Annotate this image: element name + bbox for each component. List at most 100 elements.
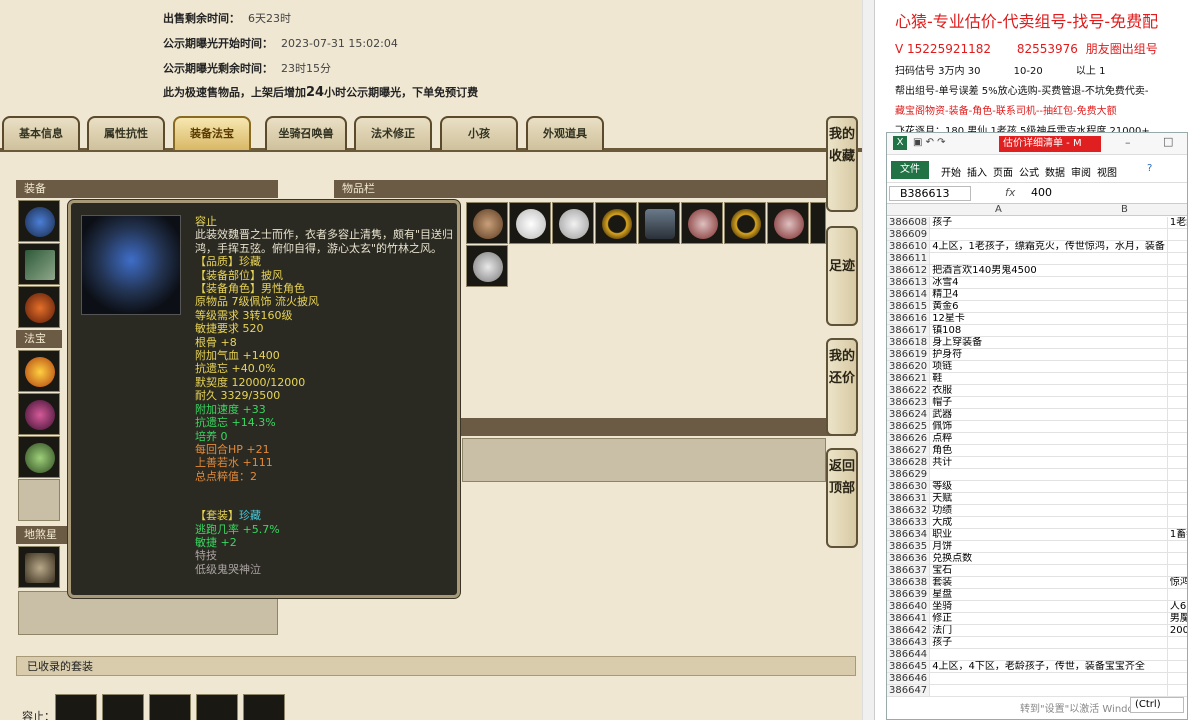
sheet-cell[interactable] — [1167, 336, 1187, 350]
name-box[interactable]: B386613 — [889, 186, 971, 201]
my-bargain-button[interactable]: 我的还价 — [826, 338, 858, 436]
sheet-cell[interactable]: 100 — [1167, 300, 1187, 314]
maximize-icon[interactable]: □ — [1163, 135, 1173, 148]
quick-access-icon[interactable]: ▣ ↶ ↷ — [913, 137, 946, 148]
suit-slot[interactable] — [149, 694, 191, 720]
suit-slot[interactable] — [196, 694, 238, 720]
treasure-slot[interactable] — [18, 436, 60, 478]
sheet-cell[interactable]: 帽子 — [929, 396, 1168, 410]
inventory-slot[interactable] — [724, 202, 766, 244]
suit-slot[interactable] — [55, 694, 97, 720]
sheet-cell[interactable] — [929, 672, 1168, 686]
menu-view[interactable]: 视图 — [1097, 164, 1117, 179]
sheet-cell[interactable]: 月饼 — [929, 540, 1168, 554]
star-slot[interactable] — [18, 546, 60, 588]
sheet-cell[interactable]: 3280 — [1167, 456, 1187, 470]
sheet-cell[interactable] — [1167, 468, 1187, 482]
sheet-cell[interactable]: 12星卡 — [929, 312, 1168, 326]
sheet-cell[interactable]: 佩饰 — [929, 420, 1168, 434]
sheet-cell[interactable]: 1老结局 — [1167, 217, 1187, 230]
menu-file[interactable]: 文件 — [891, 161, 929, 179]
tab-appearance[interactable]: 外观道具 — [526, 116, 604, 150]
inventory-slot[interactable] — [466, 202, 508, 244]
sheet-cell[interactable] — [1167, 252, 1187, 266]
back-to-top-button[interactable]: 返回顶部 — [826, 448, 858, 548]
sheet-cell[interactable] — [1167, 660, 1187, 674]
sheet-cell[interactable] — [1167, 672, 1187, 686]
sheet-cell[interactable]: 黄金6 — [929, 300, 1168, 314]
treasure-slot[interactable] — [18, 350, 60, 392]
sheet-cell[interactable]: 孩子 — [929, 217, 1168, 230]
tab-spell-correction[interactable]: 法术修正 — [354, 116, 432, 150]
sheet-cell[interactable]: 身上穿装备 — [929, 336, 1168, 350]
sheet-cell[interactable] — [1167, 240, 1187, 254]
sheet-cell[interactable]: 6666+ — [1167, 564, 1187, 578]
tab-basic-info[interactable]: 基本信息 — [2, 116, 80, 150]
sheet-cell[interactable]: 武器 — [929, 408, 1168, 422]
sheet-cell[interactable]: 修正 — [929, 612, 1168, 626]
sheet-cell[interactable]: 冰雪4 — [929, 276, 1168, 290]
sheet-cell[interactable]: 200 — [1167, 288, 1187, 302]
sheet-cell[interactable]: 1 — [1167, 648, 1187, 662]
menu-review[interactable]: 审阅 — [1071, 164, 1091, 179]
sheet-cell[interactable]: 1畜牧 — [1167, 528, 1187, 542]
sheet-cell[interactable] — [1167, 588, 1187, 602]
sheet-cell[interactable] — [929, 648, 1168, 662]
menu-insert[interactable]: 插入 — [967, 164, 987, 179]
sheet-cell[interactable]: 职业 — [929, 528, 1168, 542]
inventory-slot[interactable] — [466, 245, 508, 287]
inventory-slot[interactable] — [638, 202, 680, 244]
sheet-cell[interactable] — [929, 228, 1168, 242]
sheet-cell[interactable] — [1167, 432, 1187, 446]
menu-data[interactable]: 数据 — [1045, 164, 1065, 179]
sheet-cell[interactable]: 精卫4 — [929, 288, 1168, 302]
sheet-cell[interactable] — [1167, 636, 1187, 650]
sheet-cell[interactable]: 功绩 — [929, 504, 1168, 518]
sheet-cell[interactable] — [929, 252, 1168, 266]
menu-home[interactable]: 开始 — [941, 164, 961, 179]
sheet-cell[interactable]: 法门 — [929, 624, 1168, 638]
suit-slot[interactable] — [243, 694, 285, 720]
sheet-cell[interactable] — [1167, 264, 1187, 278]
sheet-cell[interactable]: 人6鬼7 — [1167, 600, 1187, 614]
inventory-slot[interactable] — [767, 202, 809, 244]
suit-slot[interactable] — [102, 694, 144, 720]
sheet-cell[interactable]: 400 — [1167, 276, 1187, 290]
equip-slot[interactable] — [18, 286, 60, 328]
my-favorites-button[interactable]: 我的收藏 — [826, 116, 858, 212]
sheet-cell[interactable]: 150 — [1167, 372, 1187, 386]
menu-formula[interactable]: 公式 — [1019, 164, 1039, 179]
sheet-cell[interactable]: 450 — [1167, 408, 1187, 422]
footprint-button[interactable]: 足迹 — [826, 226, 858, 326]
sheet-cell[interactable]: 200 — [1167, 324, 1187, 338]
sheet-cell[interactable]: 4上区，4下区，老龄孩子，传世，装备宝宝齐全 — [929, 660, 1168, 674]
col-a-header[interactable]: A — [995, 204, 1002, 215]
paste-options-badge[interactable]: (Ctrl) — [1130, 697, 1184, 713]
sheet-cell[interactable]: 140 — [1167, 480, 1187, 494]
sheet-cell[interactable]: 男魔单修 — [1167, 612, 1187, 626]
sheet-cell[interactable]: 50 — [1167, 396, 1187, 410]
sheet-cell[interactable]: 共计 — [929, 456, 1168, 470]
treasure-slot[interactable] — [18, 393, 60, 435]
sheet-cell[interactable]: 项链 — [929, 360, 1168, 374]
sheet-cell[interactable]: 坐骑 — [929, 600, 1168, 614]
menu-layout[interactable]: 页面 — [993, 164, 1013, 179]
inventory-slot[interactable] — [509, 202, 551, 244]
help-icon[interactable]: ? — [1147, 163, 1152, 174]
sheet-cell[interactable]: 150 — [1167, 312, 1187, 326]
sheet-cell[interactable] — [1167, 684, 1187, 698]
sheet-cell[interactable]: 兑换点数 — [929, 552, 1168, 566]
treasure-slot[interactable] — [18, 479, 60, 521]
sheet-cell[interactable] — [929, 468, 1168, 482]
inventory-slot[interactable] — [595, 202, 637, 244]
sheet-cell[interactable]: 护身符 — [929, 348, 1168, 362]
sheet-cell[interactable]: 7 — [1167, 552, 1187, 566]
sheet-cell[interactable]: 惊鸿容止 — [1167, 576, 1187, 590]
function-icon[interactable]: fx — [1005, 186, 1015, 199]
sheet-cell[interactable]: 角色 — [929, 444, 1168, 458]
sheet-cell[interactable] — [929, 684, 1168, 698]
sheet-cell[interactable]: 镇108 — [929, 324, 1168, 338]
tab-attributes[interactable]: 属性抗性 — [87, 116, 165, 150]
inventory-slot[interactable] — [810, 202, 826, 244]
col-b-header[interactable]: B — [1121, 204, 1128, 215]
